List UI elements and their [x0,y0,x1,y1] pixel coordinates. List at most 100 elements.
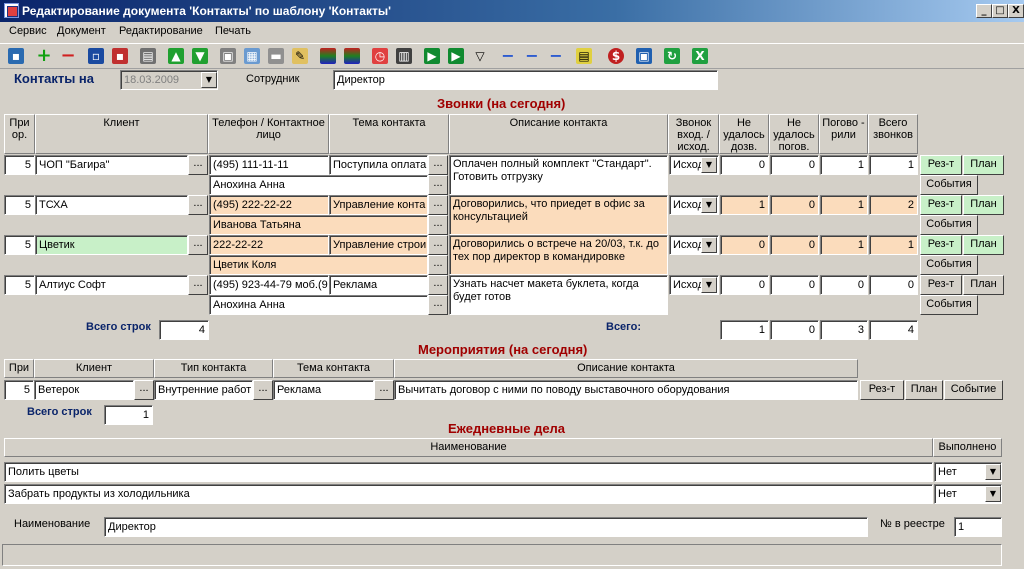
call-not-talked[interactable]: 0 [770,275,819,295]
ev-plan-button[interactable]: План [905,380,943,400]
copy-icon[interactable]: ▣ [220,48,236,64]
topic-browse-button[interactable]: ... [428,195,448,215]
person-browse-button[interactable]: ... [428,215,448,235]
topic-browse-button[interactable]: ... [428,155,448,175]
daily-task-name[interactable]: Забрать продукты из холодильника [4,484,933,504]
call-total[interactable]: 1 [869,235,918,255]
note-icon[interactable]: ▤ [576,48,592,64]
call-not-reached[interactable]: 0 [720,155,769,175]
menu-print[interactable]: Печать [215,25,251,37]
call-description[interactable]: Договорились, что приедет в офис за конс… [449,195,668,235]
call-talked[interactable]: 1 [820,235,868,255]
call-not-reached[interactable]: 0 [720,235,769,255]
footer-name-field[interactable]: Директор [104,517,868,537]
ev-type[interactable]: Внутренние работ [154,380,253,400]
call-talked[interactable]: 1 [820,155,868,175]
color2-icon[interactable] [344,48,360,64]
remove-icon[interactable]: − [60,47,76,65]
call-client[interactable]: Цветик [35,235,188,255]
ev-result-button[interactable]: Рез-т [860,380,904,400]
call-not-talked[interactable]: 0 [770,195,819,215]
person-browse-button[interactable]: ... [428,175,448,195]
registry-field[interactable]: 1 [954,517,1002,537]
play-icon[interactable]: ▶ [424,48,440,64]
color1-icon[interactable] [320,48,336,64]
call-phone[interactable]: (495) 923-44-79 моб.(9 [209,275,329,295]
client-browse-button[interactable]: ... [188,235,208,255]
call-phone[interactable]: (495) 222-22-22 [209,195,329,215]
down-icon[interactable]: ▼ [192,48,208,64]
call-not-talked[interactable]: 0 [770,155,819,175]
ev-type-browse-button[interactable]: ... [253,380,273,400]
dash3-icon[interactable]: − [548,48,564,64]
chevron-down-icon[interactable]: ▼ [701,157,717,173]
ev-description[interactable]: Вычитать договор с ними по поводу выстав… [394,380,858,400]
chevron-down-icon[interactable]: ▼ [701,237,717,253]
menu-service[interactable]: Сервис [9,25,47,37]
refresh-icon[interactable]: ↻ [664,48,680,64]
chevron-down-icon[interactable]: ▼ [985,464,1001,480]
dash2-icon[interactable]: − [524,48,540,64]
print-icon[interactable]: ▤ [140,48,156,64]
ev-client[interactable]: Ветерок [34,380,134,400]
export-icon[interactable]: ▣ [636,48,652,64]
call-person[interactable]: Анохина Анна [209,295,428,315]
filter-icon[interactable]: ▽ [472,48,488,64]
card-icon[interactable]: ▬ [268,48,284,64]
up-icon[interactable]: ▲ [168,48,184,64]
call-topic[interactable]: Управление конта [329,195,428,215]
call-not-talked[interactable]: 0 [770,235,819,255]
chevron-down-icon[interactable]: ▼ [701,277,717,293]
money-icon[interactable]: $ [608,48,624,64]
call-events-button[interactable]: События [920,215,978,235]
person-browse-button[interactable]: ... [428,255,448,275]
call-result-button[interactable]: Рез-т [920,195,962,215]
ev-priority[interactable]: 5 [4,380,34,400]
save-icon[interactable]: ▫ [88,48,104,64]
call-person[interactable]: Иванова Татьяна [209,215,428,235]
call-plan-button[interactable]: План [963,155,1004,175]
open-icon[interactable]: ▪ [8,48,24,64]
ev-topic[interactable]: Реклама [273,380,374,400]
call-plan-button[interactable]: План [963,275,1004,295]
call-client[interactable]: ЧОП "Багира" [35,155,188,175]
call-events-button[interactable]: События [920,295,978,315]
call-priority[interactable]: 5 [4,155,35,175]
play2-icon[interactable]: ▶ [448,48,464,64]
save-close-icon[interactable]: ▪ [112,48,128,64]
call-not-reached[interactable]: 1 [720,195,769,215]
call-result-button[interactable]: Рез-т [920,235,962,255]
call-result-button[interactable]: Рез-т [920,275,962,295]
call-plan-button[interactable]: План [963,195,1004,215]
person-browse-button[interactable]: ... [428,295,448,315]
topic-browse-button[interactable]: ... [428,275,448,295]
call-talked[interactable]: 1 [820,195,868,215]
date-dropdown-icon[interactable]: ▼ [201,72,217,88]
client-browse-button[interactable]: ... [188,275,208,295]
edit-icon[interactable]: ✎ [292,48,308,64]
ev-event-button[interactable]: Событие [944,380,1003,400]
add-icon[interactable]: + [36,47,52,65]
call-client[interactable]: ТСХА [35,195,188,215]
call-phone[interactable]: 222-22-22 [209,235,329,255]
call-total[interactable]: 1 [869,155,918,175]
ev-topic-browse-button[interactable]: ... [374,380,394,400]
call-topic[interactable]: Поступила оплата [329,155,428,175]
call-phone[interactable]: (495) 111-11-11 [209,155,329,175]
dash1-icon[interactable]: − [500,48,516,64]
call-priority[interactable]: 5 [4,275,35,295]
menu-document[interactable]: Документ [57,25,106,37]
menu-edit[interactable]: Редактирование [119,25,203,37]
maximize-button[interactable]: □ [992,4,1008,18]
call-total[interactable]: 2 [869,195,918,215]
call-topic[interactable]: Реклама [329,275,428,295]
call-talked[interactable]: 0 [820,275,868,295]
call-description[interactable]: Узнать насчет макета буклета, когда буде… [449,275,668,315]
call-description[interactable]: Договорились о встрече на 20/03, т.к. до… [449,235,668,275]
clock-icon[interactable]: ◷ [372,48,388,64]
client-browse-button[interactable]: ... [188,155,208,175]
employee-field[interactable]: Директор [333,70,718,90]
minimize-button[interactable]: _ [976,4,992,18]
excel-icon[interactable]: X [692,48,708,64]
call-person[interactable]: Цветик Коля [209,255,428,275]
